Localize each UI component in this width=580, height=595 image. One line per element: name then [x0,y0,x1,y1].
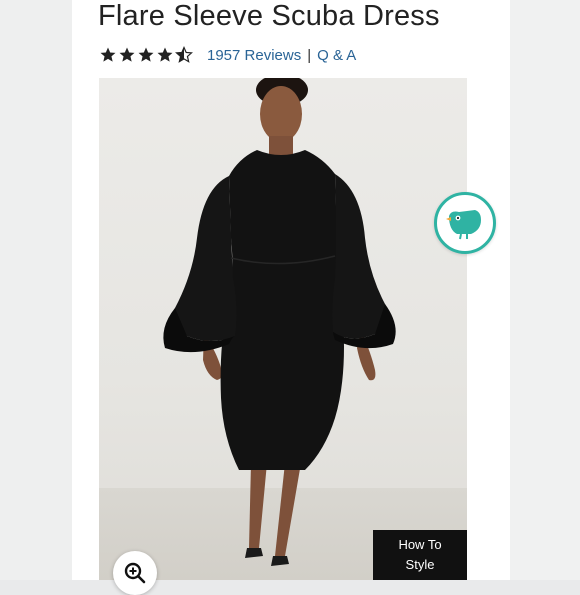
star-half-icon [175,46,193,63]
rating-row: 1957 Reviews | Q & A [99,43,356,67]
chat-bird-icon [446,210,481,240]
qa-link[interactable]: Q & A [317,47,356,64]
link-separator: | [307,46,312,64]
star-full-icon [138,47,154,62]
how-to-style-line1: How To [398,537,442,552]
page-right-margin [510,0,580,580]
star-rating[interactable] [99,46,193,64]
reviews-link[interactable]: 1957 Reviews [207,47,301,64]
zoom-button[interactable] [113,551,157,595]
product-title: Flare Sleeve Scuba Dress [98,0,440,32]
how-to-style-line2: Style [405,557,435,572]
star-full-icon [119,47,135,62]
product-photo[interactable] [99,78,467,580]
page-left-margin [0,0,72,580]
star-full-icon [100,47,116,62]
chat-widget-button[interactable] [434,192,496,254]
star-full-icon [157,47,173,62]
model-in-dress-image [163,78,396,566]
how-to-style-button[interactable]: How To Style [373,530,467,580]
zoom-in-icon [124,562,146,584]
